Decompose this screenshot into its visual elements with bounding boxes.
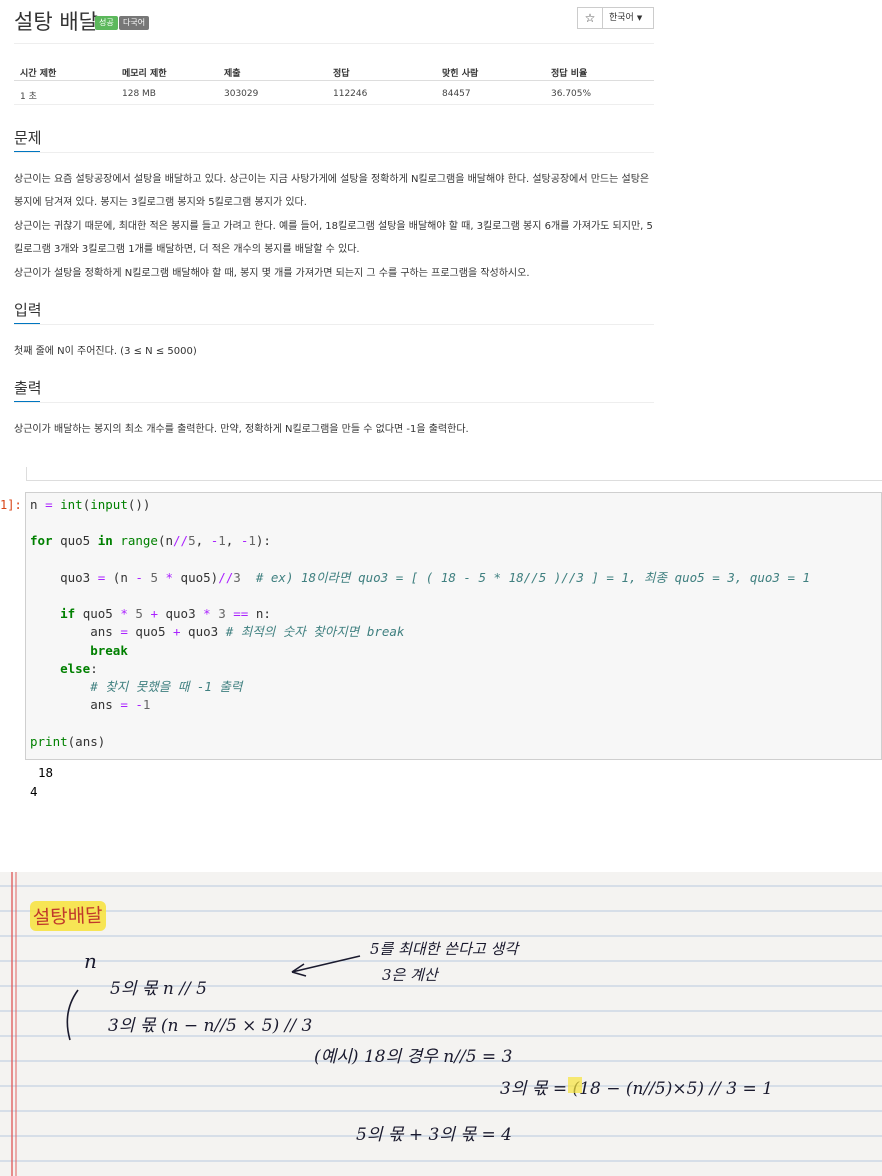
th-solvers: 맞힌 사람 [442, 69, 479, 79]
cell-prompt: 1]: [0, 498, 22, 512]
multilang-badge: 다국어 [119, 16, 150, 30]
note-line-total: 5의 몫 + 3의 몫 = 4 [356, 1125, 512, 1145]
note-right-2: 3은 계산 [382, 966, 440, 984]
success-badge: 성공 [95, 16, 118, 30]
language-label: 한국어 [609, 13, 634, 23]
problem-paragraph-3: 상근이가 설탕을 정확하게 N킬로그램 배달해야 할 때, 봉지 몇 개를 가져… [14, 268, 530, 279]
problem-paragraph-1: 상근이는 요즘 설탕공장에서 설탕을 배달하고 있다. 상근이는 지금 사탕가게… [14, 174, 650, 208]
input-paragraph: 첫째 줄에 N이 주어진다. (3 ≤ N ≤ 5000) [14, 346, 197, 357]
note-title: 설탕배달 [32, 905, 103, 929]
output-paragraph: 상근이가 배달하는 봉지의 최소 개수를 출력한다. 만약, 정확하게 N킬로그… [14, 424, 469, 435]
code-editor[interactable]: n = int(input()) for quo5 in range(n//5,… [30, 496, 810, 751]
th-ratio: 정답 비율 [551, 69, 588, 79]
td-accepted: 112246 [333, 89, 368, 99]
note-line-calc: 3의 몫 = (18 − (n//5)×5) // 3 = 1 [500, 1079, 773, 1099]
stdin-echo: 18 [38, 765, 54, 780]
section-divider [14, 152, 654, 153]
note-line-n: n [84, 949, 97, 973]
td-memory-limit: 128 MB [122, 89, 156, 99]
table-bottom-divider [14, 104, 654, 105]
section-divider [14, 402, 654, 403]
previous-cell-border [26, 467, 882, 481]
td-submissions: 303029 [224, 89, 259, 99]
problem-paragraph-2: 상근이는 귀찮기 때문에, 최대한 적은 봉지를 들고 가려고 한다. 예를 들… [14, 221, 653, 255]
star-icon: ☆ [584, 11, 596, 25]
cell-output: 4 [30, 784, 38, 799]
handwritten-note-photo: 설탕배달 n 5를 최대한 쓴다고 생각 3은 계산 5의 몫 n // 5 3… [0, 872, 882, 1176]
note-line-3: 3의 몫 (n − n//5 × 5) // 3 [108, 1016, 312, 1036]
note-line-example: (예시) 18의 경우 n//5 = 3 [314, 1047, 512, 1067]
th-time-limit: 시간 제한 [20, 69, 57, 79]
td-time-limit: 1 초 [20, 92, 37, 102]
header-divider [14, 43, 654, 44]
th-submissions: 제출 [224, 69, 241, 79]
caret-down-icon: ▼ [636, 14, 643, 22]
note-right-1: 5를 최대한 쓴다고 생각 [370, 940, 520, 958]
problem-title: 설탕 배달 [14, 10, 98, 34]
td-solvers: 84457 [442, 89, 471, 99]
table-header-divider [14, 80, 654, 81]
notebook-paper: 설탕배달 n 5를 최대한 쓴다고 생각 3은 계산 5의 몫 n // 5 3… [0, 872, 882, 1176]
favorite-star-button[interactable]: ☆ [577, 7, 603, 29]
section-title-input: 입력 [14, 301, 42, 319]
section-divider [14, 324, 654, 325]
note-line-5: 5의 몫 n // 5 [110, 979, 207, 999]
highlighter-mark [568, 1077, 582, 1093]
section-title-output: 출력 [14, 379, 42, 397]
th-memory-limit: 메모리 제한 [122, 69, 167, 79]
th-accepted: 정답 [333, 69, 350, 79]
td-ratio: 36.705% [551, 89, 592, 99]
section-title-problem: 문제 [14, 129, 42, 147]
language-dropdown[interactable]: 한국어 ▼ [602, 7, 654, 29]
